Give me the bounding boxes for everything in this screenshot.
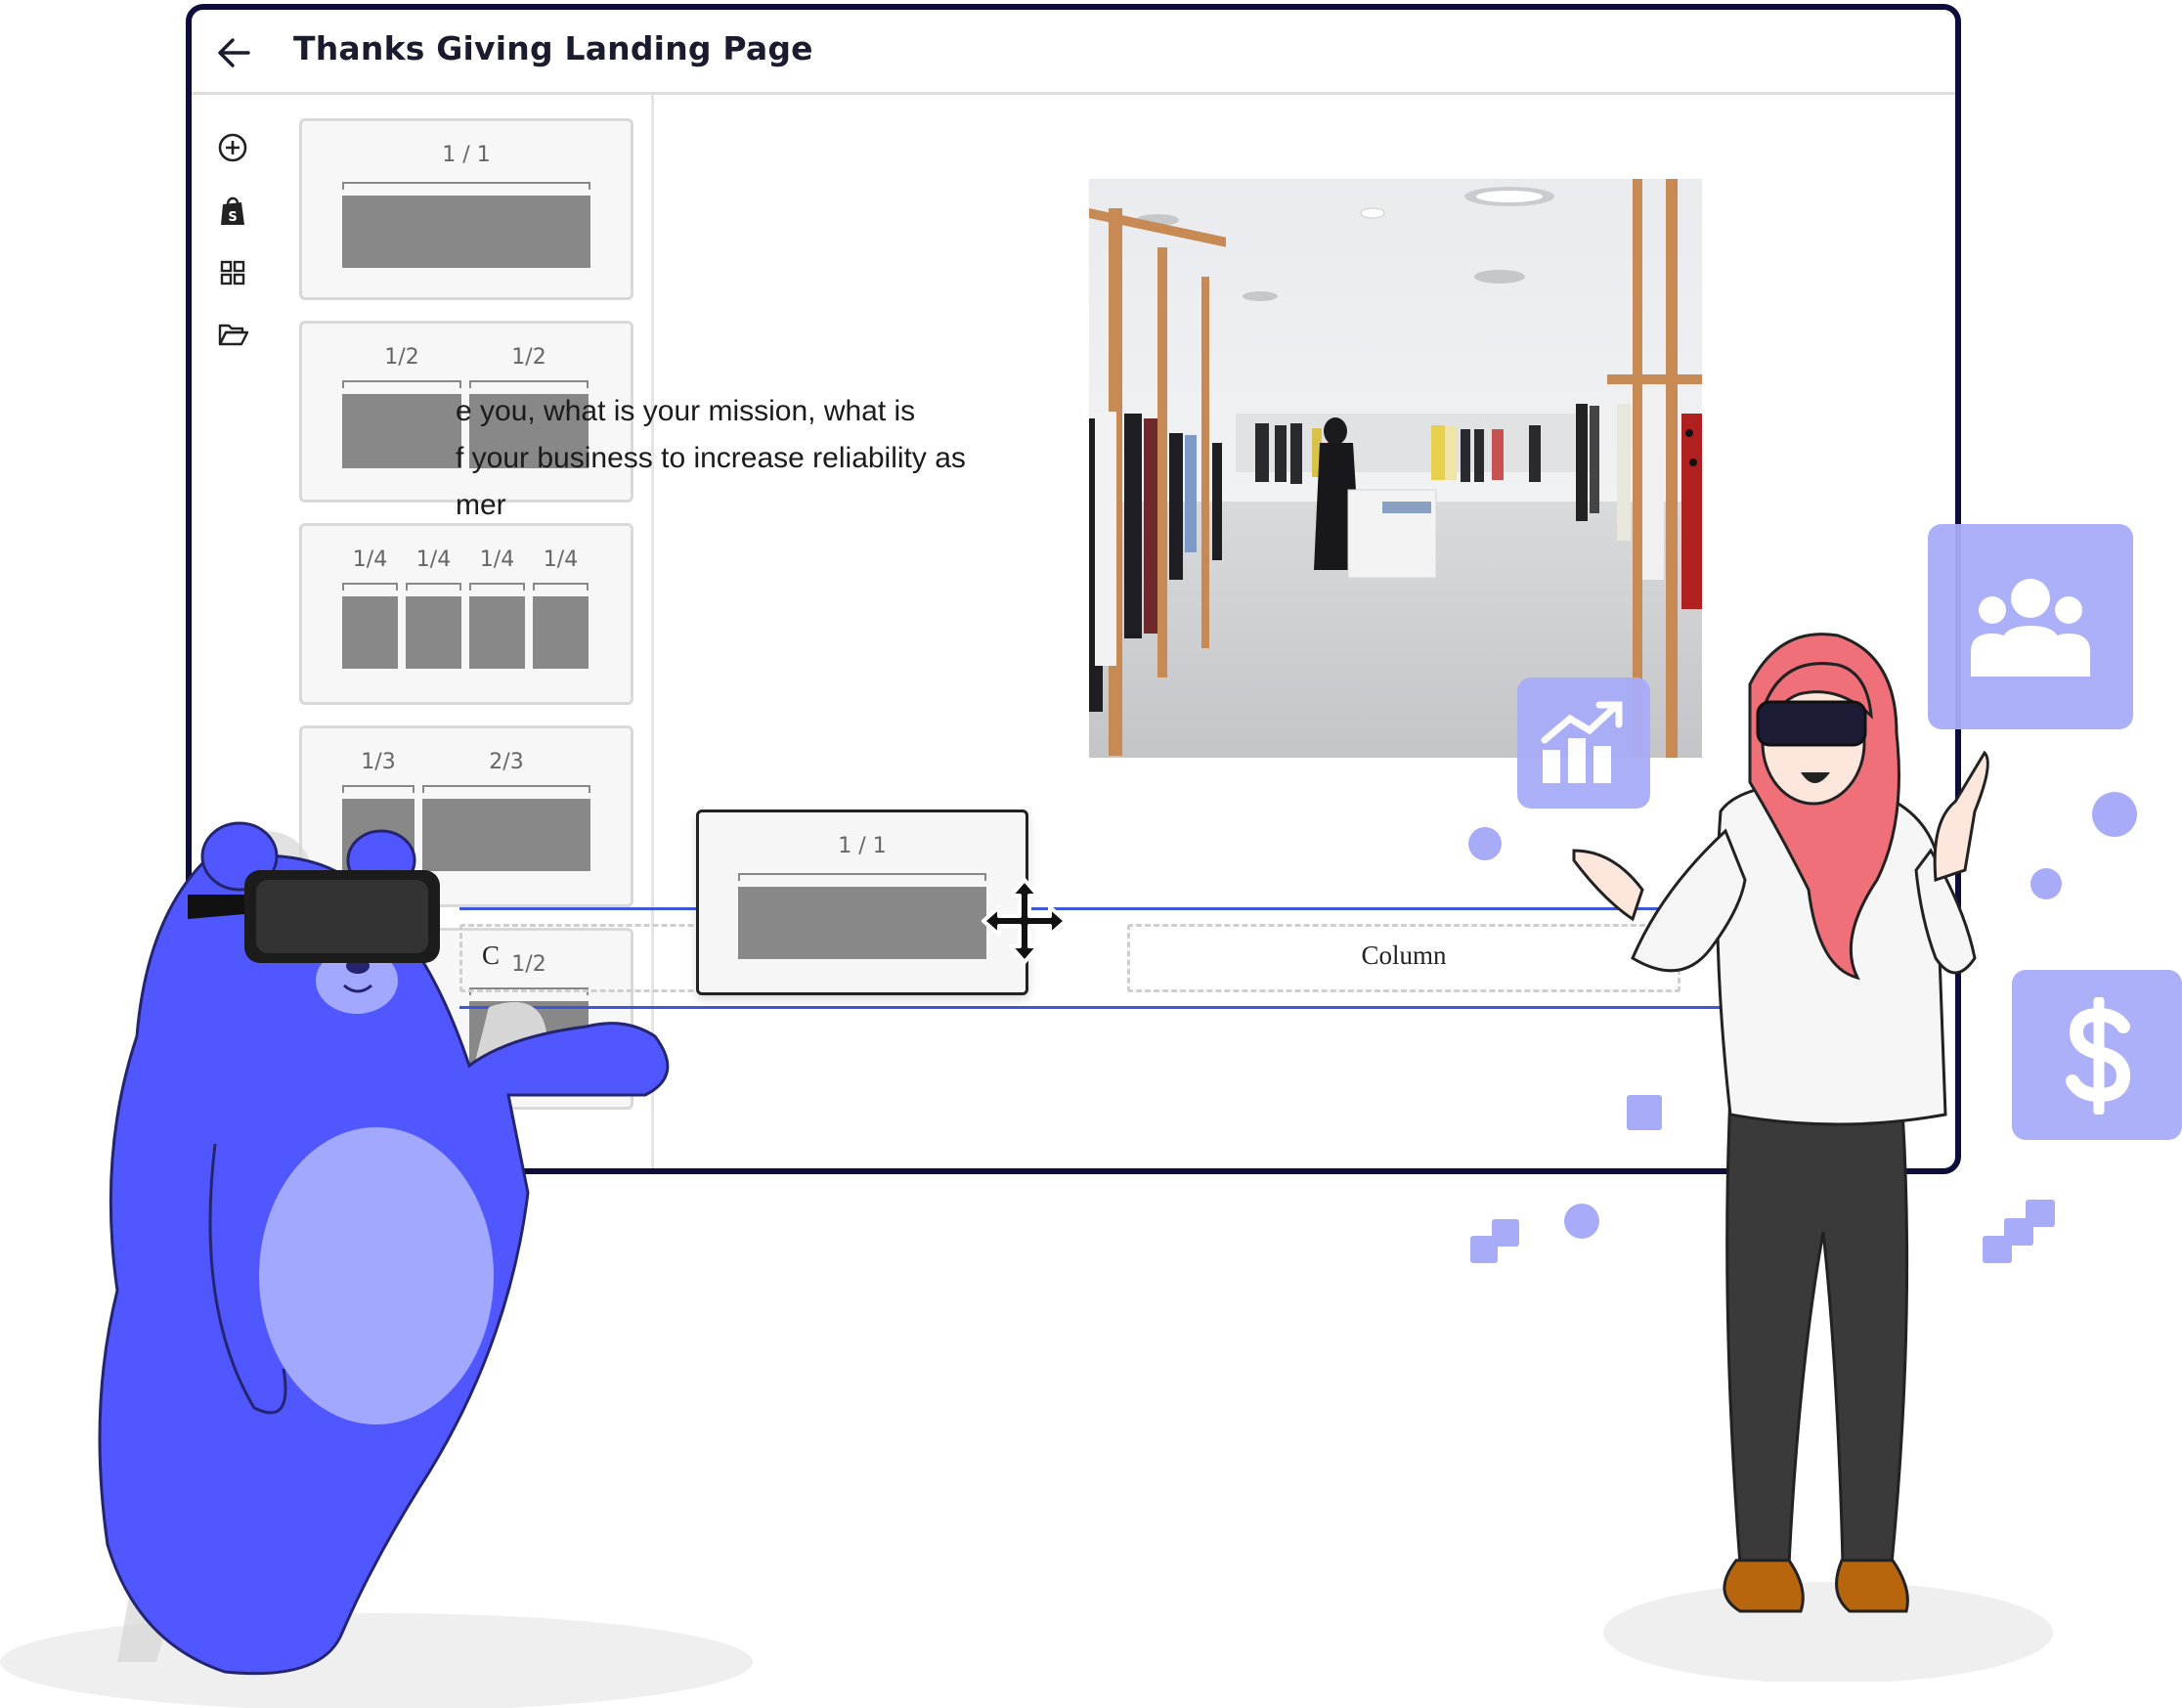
grid-icon[interactable]	[213, 253, 252, 292]
layout-bracket	[342, 380, 461, 388]
layout-bracket	[533, 583, 589, 591]
decor-dot	[2092, 792, 2137, 837]
shopify-bag-icon[interactable]: S	[213, 191, 252, 230]
add-circle-icon[interactable]	[213, 128, 252, 167]
layout-label: 1/4	[415, 547, 452, 572]
layout-bracket	[469, 380, 589, 388]
layout-label: 1/4	[479, 547, 515, 572]
layout-block	[342, 196, 590, 268]
layout-label: 1/2	[384, 345, 419, 370]
woman-vr-illustration	[1572, 633, 2053, 1682]
layout-label: 1 / 1	[442, 143, 491, 167]
back-arrow-icon[interactable]	[209, 27, 260, 78]
layout-label: 1/4	[352, 547, 388, 572]
page-title: Thanks Giving Landing Page	[293, 29, 813, 67]
folder-open-icon[interactable]	[213, 314, 252, 353]
layout-bracket	[422, 785, 590, 793]
bear-mascot-illustration	[0, 821, 753, 1708]
layout-bracket	[342, 785, 415, 793]
layout-label: 1/4	[543, 547, 579, 572]
layout-block	[469, 596, 525, 669]
layout-card-1-1[interactable]: 1 / 1	[299, 118, 633, 300]
decor-square	[1492, 1219, 1519, 1247]
layout-block	[533, 596, 589, 669]
layout-label: 1/3	[361, 750, 396, 774]
layout-block	[738, 887, 986, 959]
layout-label: 1/2	[511, 345, 546, 370]
layout-bracket	[342, 583, 398, 591]
layout-label: 2/3	[489, 750, 524, 774]
layout-bracket	[406, 583, 461, 591]
move-cursor-icon	[982, 878, 1068, 964]
decor-dot	[1468, 827, 1502, 860]
layout-block	[342, 596, 398, 669]
layout-bracket	[342, 182, 590, 190]
layout-card-1-4x4[interactable]: 1/4 1/4 1/4 1/4	[299, 523, 633, 705]
layout-bracket	[469, 583, 525, 591]
body-text: e you, what is your mission, what is f y…	[456, 395, 966, 521]
editor-header: Thanks Giving Landing Page	[192, 10, 1955, 95]
layout-block	[342, 394, 461, 468]
layout-bracket	[738, 873, 986, 881]
layout-block	[406, 596, 461, 669]
svg-text:S: S	[228, 210, 237, 225]
